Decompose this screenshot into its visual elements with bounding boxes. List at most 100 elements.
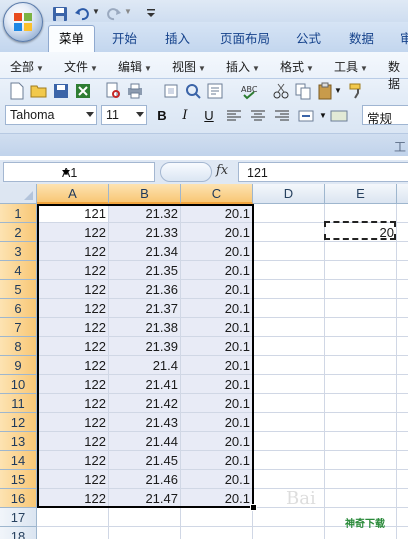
menu-file[interactable]: 文件 ▼ [64,58,98,75]
row-header[interactable]: 16 [0,489,37,508]
cell-b12[interactable]: 21.43 [109,413,181,432]
menu-format[interactable]: 格式 ▼ [280,58,314,75]
tab-formulas[interactable]: 公式 [294,28,323,50]
cell-f9[interactable] [397,356,408,375]
cell-b8[interactable]: 21.39 [109,337,181,356]
cell-b18[interactable] [109,527,181,539]
row-header[interactable]: 9 [0,356,37,375]
cell-b2[interactable]: 21.33 [109,223,181,242]
cell-e5[interactable] [325,280,397,299]
cell-f1[interactable] [397,204,408,223]
column-header-c[interactable]: C [181,184,253,204]
cell-d9[interactable] [253,356,325,375]
worksheet-grid[interactable]: A B C D E 1 121 21.32 20.1 2 122 21.33 20.1 20 3 1… [0,184,408,539]
row-header[interactable]: 3 [0,242,37,261]
column-header-e[interactable]: E [325,184,397,204]
cell-c2[interactable]: 20.1 [181,223,253,242]
cell-a15[interactable]: 122 [37,470,109,489]
column-header-f[interactable] [397,184,408,204]
row-header[interactable]: 1 [0,204,37,223]
cell-d18[interactable] [253,527,325,539]
cell-c5[interactable]: 20.1 [181,280,253,299]
menu-edit[interactable]: 编辑 ▼ [118,58,152,75]
paste-icon[interactable] [316,82,334,100]
new-document-icon[interactable] [8,82,26,100]
cell-a6[interactable]: 122 [37,299,109,318]
cell-e6[interactable] [325,299,397,318]
merge-center-icon[interactable] [297,107,315,125]
cell-d3[interactable] [253,242,325,261]
cell-c10[interactable]: 20.1 [181,375,253,394]
cell-a12[interactable]: 122 [37,413,109,432]
cell-e8[interactable] [325,337,397,356]
cell-d12[interactable] [253,413,325,432]
cell-b11[interactable]: 21.42 [109,394,181,413]
tab-insert[interactable]: 插入 [163,28,192,50]
menu-view[interactable]: 视图 ▼ [172,58,206,75]
cell-f10[interactable] [397,375,408,394]
menu-insert[interactable]: 插入 ▼ [226,58,260,75]
cell-a7[interactable]: 122 [37,318,109,337]
cut-icon[interactable] [272,82,290,100]
cell-c11[interactable]: 20.1 [181,394,253,413]
font-size-select[interactable]: 11 [101,105,147,125]
cell-e15[interactable] [325,470,397,489]
print-preview-icon[interactable] [104,82,122,100]
tab-page-layout[interactable]: 页面布局 [218,28,272,50]
row-header[interactable]: 4 [0,261,37,280]
copy-icon[interactable] [294,82,312,100]
cell-c13[interactable]: 20.1 [181,432,253,451]
cell-e9[interactable] [325,356,397,375]
cell-a11[interactable]: 122 [37,394,109,413]
cell-a10[interactable]: 122 [37,375,109,394]
customize-toolbar-icon[interactable] [146,8,156,18]
cell-b6[interactable]: 21.37 [109,299,181,318]
cell-c1[interactable]: 20.1 [181,204,253,223]
row-header[interactable]: 6 [0,299,37,318]
research-icon[interactable] [206,82,224,100]
cell-f13[interactable] [397,432,408,451]
row-header[interactable]: 8 [0,337,37,356]
office-button[interactable] [3,2,43,42]
cell-a2[interactable]: 122 [37,223,109,242]
cell-a8[interactable]: 122 [37,337,109,356]
cell-d14[interactable] [253,451,325,470]
cell-b14[interactable]: 21.45 [109,451,181,470]
currency-format-icon[interactable] [330,107,348,125]
cell-c9[interactable]: 20.1 [181,356,253,375]
formula-bar-resize-handle[interactable] [160,162,212,182]
cell-f16[interactable] [397,489,408,508]
font-name-select[interactable]: Tahoma [5,105,97,125]
cell-f17[interactable] [397,508,408,527]
cell-d7[interactable] [253,318,325,337]
cell-c12[interactable]: 20.1 [181,413,253,432]
copy-marquee-cell-e2[interactable] [324,221,396,240]
cell-f18[interactable] [397,527,408,539]
formula-input[interactable]: 121 [238,162,408,182]
redo-dropdown-icon[interactable]: ▼ [124,7,140,23]
align-center-icon[interactable] [249,107,267,125]
cell-b16[interactable]: 21.47 [109,489,181,508]
cell-b9[interactable]: 21.4 [109,356,181,375]
cell-b4[interactable]: 21.35 [109,261,181,280]
cell-b13[interactable]: 21.44 [109,432,181,451]
cell-d17[interactable] [253,508,325,527]
cell-f7[interactable] [397,318,408,337]
row-header[interactable]: 12 [0,413,37,432]
cell-c15[interactable]: 20.1 [181,470,253,489]
row-header[interactable]: 2 [0,223,37,242]
name-box[interactable]: A1 [3,162,155,182]
cell-d1[interactable] [253,204,325,223]
cell-b17[interactable] [109,508,181,527]
cell-c8[interactable]: 20.1 [181,337,253,356]
cell-d8[interactable] [253,337,325,356]
select-all-corner[interactable] [0,184,37,204]
cell-f6[interactable] [397,299,408,318]
cell-e7[interactable] [325,318,397,337]
cell-d6[interactable] [253,299,325,318]
row-header[interactable]: 17 [0,508,37,527]
cell-a13[interactable]: 122 [37,432,109,451]
permission-icon[interactable] [162,82,180,100]
print-icon[interactable] [126,82,144,100]
cell-f2[interactable] [397,223,408,242]
